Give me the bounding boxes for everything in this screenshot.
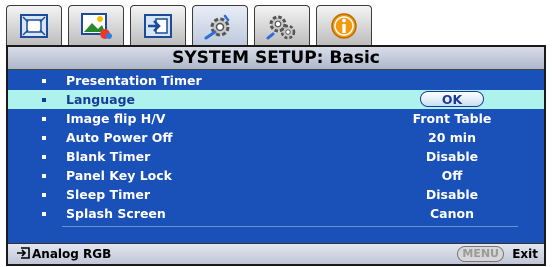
menu-item-label: Panel Key Lock (66, 168, 172, 183)
system-setup-advanced-icon (266, 15, 296, 39)
menu-item-blank-timer[interactable]: Blank Timer Disable (8, 147, 544, 166)
display-input-icon (144, 13, 172, 38)
menu-tab-strip (6, 5, 546, 48)
ok-button[interactable]: OK (420, 91, 484, 107)
menu-item-value: Canon (430, 206, 474, 221)
bullet-marker (42, 79, 46, 83)
osd-window: SYSTEM SETUP: Basic Presentation Timer L… (1, 1, 549, 266)
menu-item-label: Sleep Timer (66, 187, 151, 202)
tab-picture[interactable] (6, 5, 62, 45)
settings-list: Presentation Timer Language OK Image fli… (8, 71, 544, 227)
tab-system-setup-basic[interactable] (192, 5, 248, 48)
bullet-marker (42, 117, 46, 121)
bullet-marker (42, 193, 46, 197)
menu-item-auto-power-off[interactable]: Auto Power Off 20 min (8, 128, 544, 147)
menu-item-label: Blank Timer (66, 149, 151, 164)
menu-item-sleep-timer[interactable]: Sleep Timer Disable (8, 185, 544, 204)
bullet-marker (42, 98, 46, 102)
menu-item-value: Front Table (412, 111, 492, 126)
image-settings-icon (81, 12, 112, 39)
bullet-marker (42, 136, 46, 140)
input-source-icon (17, 247, 30, 259)
menu-item-image-flip[interactable]: Image flip H/V Front Table (8, 109, 544, 128)
menu-item-splash-screen[interactable]: Splash Screen Canon (8, 204, 544, 223)
tab-display[interactable] (130, 5, 186, 45)
menu-button[interactable]: MENU (457, 246, 504, 262)
menu-item-label: Splash Screen (66, 206, 166, 221)
system-setup-basic-icon (204, 14, 230, 40)
information-icon (331, 12, 357, 39)
menu-item-label: Auto Power Off (66, 130, 173, 145)
menu-item-label: Language (66, 92, 136, 107)
exit-label: Exit (512, 247, 538, 261)
tab-information[interactable] (316, 5, 372, 45)
bullet-marker (42, 174, 46, 178)
menu-item-language[interactable]: Language OK (8, 90, 544, 109)
menu-item-panel-key-lock[interactable]: Panel Key Lock Off (8, 166, 544, 185)
page-title: SYSTEM SETUP: Basic (8, 47, 544, 70)
status-footer: Analog RGB MENU Exit (8, 243, 544, 264)
bullet-marker (42, 155, 46, 159)
menu-item-value: Disable (425, 187, 479, 202)
menu-panel: SYSTEM SETUP: Basic Presentation Timer L… (6, 45, 546, 266)
menu-item-value: 20 min (428, 130, 476, 145)
picture-icon (20, 13, 48, 38)
menu-item-value: Off (441, 168, 463, 183)
bullet-marker (42, 212, 46, 216)
current-source-label: Analog RGB (32, 247, 112, 261)
menu-item-label: Image flip H/V (66, 111, 166, 126)
tab-system-setup-advanced[interactable] (254, 5, 310, 45)
menu-item-value: Disable (425, 149, 479, 164)
list-divider (62, 226, 518, 227)
tab-image-settings[interactable] (68, 5, 124, 45)
menu-item-presentation-timer[interactable]: Presentation Timer (8, 71, 544, 90)
menu-item-label: Presentation Timer (66, 73, 202, 88)
